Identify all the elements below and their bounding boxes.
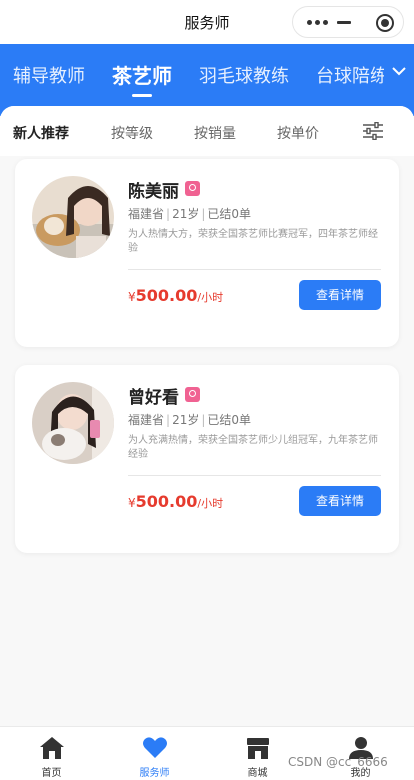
tab-store[interactable]: 商城 (206, 727, 309, 780)
service-provider-card[interactable]: 曾好看 福建省 | 21岁 | 已结0单 为人充满热情，荣获全国茶艺师少儿组冠军，九年茶… (15, 365, 399, 553)
view-details-button[interactable]: 查看详情 (299, 280, 381, 310)
provider-age: 21岁 (172, 413, 200, 427)
avatar (32, 382, 114, 464)
tab-label-service-providers: 服务师 (139, 768, 170, 779)
category-tab-badminton-coach[interactable]: 羽毛球教练 (199, 62, 289, 88)
price-currency: ¥ (128, 496, 136, 510)
provider-meta: 福建省 | 21岁 | 已结0单 (128, 207, 252, 221)
avatar (32, 176, 114, 258)
category-tab-tutor[interactable]: 辅导教师 (13, 62, 85, 88)
tab-profile[interactable]: 我的 (309, 727, 412, 780)
provider-orders: 已结0单 (207, 413, 252, 427)
category-tab-billiards[interactable]: 台球陪练 (316, 62, 388, 88)
heart-icon (143, 737, 167, 758)
main-panel: 新人推荐 按等级 按销量 按单价 陈美丽 福建省 | 21岁 | 已结0单 为人… (0, 106, 414, 726)
store-icon (247, 738, 269, 759)
provider-name: 陈美丽 (128, 182, 179, 202)
watermark: CSDN @cc_6666 (288, 755, 388, 769)
chevron-down-icon (392, 67, 406, 76)
divider (128, 475, 381, 476)
provider-description: 为人热情大方，荣获全国茶艺师比赛冠军，四年茶艺师经验 (128, 229, 378, 254)
price-unit: /小时 (197, 497, 224, 510)
filter-by-sales[interactable]: 按销量 (194, 123, 236, 143)
mini-program-capsule (292, 6, 404, 38)
filter-newcomer[interactable]: 新人推荐 (13, 123, 69, 143)
provider-province: 福建省 (128, 413, 165, 427)
sliders-icon[interactable] (362, 122, 384, 140)
filter-bar: 新人推荐 按等级 按销量 按单价 (0, 106, 414, 156)
chat-icon[interactable] (185, 181, 200, 196)
filter-by-price[interactable]: 按单价 (277, 123, 319, 143)
service-provider-card[interactable]: 陈美丽 福建省 | 21岁 | 已结0单 为人热情大方，荣获全国茶艺师比赛冠军，四年茶艺… (15, 159, 399, 347)
minimize-icon[interactable] (337, 21, 351, 24)
more-icon[interactable] (307, 20, 329, 26)
provider-meta: 福建省 | 21岁 | 已结0单 (128, 413, 252, 427)
divider (128, 269, 381, 270)
category-expand-button[interactable] (384, 44, 414, 106)
price-amount: 500.00 (135, 286, 198, 305)
price-unit: /小时 (197, 291, 224, 304)
bottom-tab-bar: 首页 服务师 商城 我的 (0, 726, 414, 780)
price-amount: 500.00 (135, 492, 198, 511)
provider-description: 为人充满热情，荣获全国茶艺师少儿组冠军，九年茶艺师经验 (128, 435, 378, 460)
chat-icon[interactable] (185, 387, 200, 402)
close-icon[interactable] (376, 14, 394, 32)
view-details-button[interactable]: 查看详情 (299, 486, 381, 516)
tab-service-providers[interactable]: 服务师 (103, 727, 206, 780)
provider-price: ¥500.00/小时 (128, 286, 223, 305)
title-bar: 服务师 (0, 0, 414, 44)
provider-name: 曾好看 (128, 388, 179, 408)
tab-label-home: 首页 (41, 768, 62, 779)
category-tab-tea-master[interactable]: 茶艺师 (112, 60, 172, 89)
home-icon (40, 737, 64, 759)
active-category-indicator (132, 94, 152, 97)
provider-orders: 已结0单 (207, 207, 252, 221)
tab-home[interactable]: 首页 (0, 727, 103, 780)
provider-province: 福建省 (128, 207, 165, 221)
filter-by-level[interactable]: 按等级 (111, 123, 153, 143)
provider-age: 21岁 (172, 207, 200, 221)
price-currency: ¥ (128, 290, 136, 304)
provider-price: ¥500.00/小时 (128, 492, 223, 511)
